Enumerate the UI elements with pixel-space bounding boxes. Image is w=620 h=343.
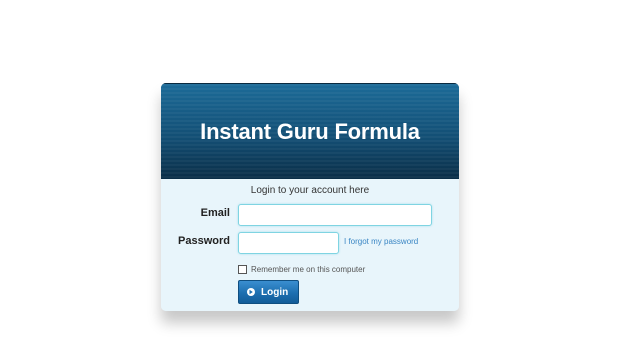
- login-header: Instant Guru Formula: [161, 83, 459, 180]
- password-label: Password: [178, 235, 230, 247]
- remember-me-checkbox[interactable]: [238, 265, 247, 274]
- site-title: Instant Guru Formula: [200, 119, 420, 144]
- login-button[interactable]: Login: [238, 280, 299, 304]
- login-form: Login to your account here Email Passwor…: [161, 179, 459, 311]
- email-label: Email: [200, 207, 230, 219]
- email-field[interactable]: [238, 204, 432, 226]
- forgot-password-link[interactable]: I forgot my password: [344, 237, 418, 246]
- login-card: Instant Guru Formula Login to your accou…: [161, 83, 459, 311]
- form-subtitle: Login to your account here: [250, 185, 370, 196]
- login-button-label: Login: [261, 286, 289, 298]
- remember-me-label: Remember me on this computer: [251, 265, 366, 274]
- password-field[interactable]: [238, 232, 339, 254]
- remember-me-row[interactable]: Remember me on this computer: [238, 265, 365, 274]
- arrow-right-circle-icon: [247, 288, 255, 296]
